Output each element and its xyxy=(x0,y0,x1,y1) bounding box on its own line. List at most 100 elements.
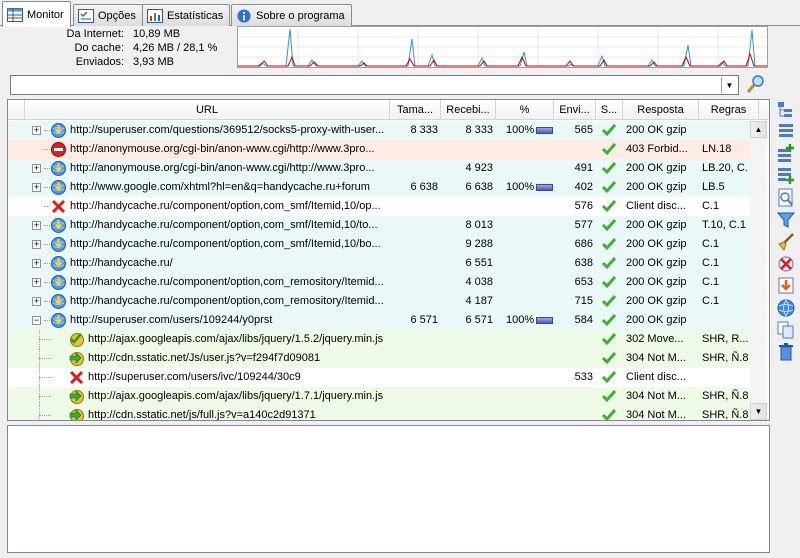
delete-from-cache-button[interactable] xyxy=(775,253,797,275)
cell-url: http://superuser.com/questions/369512/so… xyxy=(70,124,385,136)
cell-sent: 491 xyxy=(574,162,593,174)
cell-url: http://cdn.sstatic.net/js/full.js?v=a140… xyxy=(88,409,316,421)
expand-toggle[interactable]: + xyxy=(32,259,41,268)
header-response[interactable]: Resposta xyxy=(623,100,699,120)
copy-button[interactable] xyxy=(775,319,797,341)
traffic-stats: Da Internet: 10,89 MB Do cache: 4,26 MB … xyxy=(0,26,236,70)
cell-received xyxy=(441,330,493,349)
globe-download-icon xyxy=(50,255,67,272)
url-filter-combobox[interactable]: ▼ xyxy=(10,75,739,95)
statistics-icon xyxy=(147,8,163,23)
table-row[interactable]: + http://handycache.ru/component/option,c… xyxy=(8,273,750,292)
status-ok-icon xyxy=(601,162,617,175)
expand-toggle[interactable]: + xyxy=(32,240,41,249)
expand-toggle[interactable]: − xyxy=(32,316,41,325)
scroll-up-button[interactable]: ▲ xyxy=(750,121,767,138)
table-row[interactable]: − http://superuser.com/users/109244/y0prs… xyxy=(8,311,750,330)
stat-internet: Da Internet: 10,89 MB xyxy=(0,28,236,42)
cell-percent xyxy=(506,216,554,235)
add-rule-icon xyxy=(778,144,794,162)
status-ok-icon xyxy=(601,124,617,137)
table-row[interactable]: + http://handycache.ru/component/option,c… xyxy=(8,292,750,311)
header-rules[interactable]: Regras xyxy=(699,100,759,120)
table-row[interactable]: http://ajax.googleapis.com/ajax/libs/jqu… xyxy=(8,330,750,349)
cell-response: 200 OK gzip xyxy=(626,162,687,174)
header-percent[interactable]: % xyxy=(496,100,554,120)
download-icon xyxy=(778,277,794,294)
expand-toggle[interactable]: + xyxy=(32,126,41,135)
cell-status xyxy=(601,217,621,236)
cell-size xyxy=(390,197,438,216)
cell-url: http://handycache.ru/component/option,co… xyxy=(70,295,384,307)
add-rule-button[interactable] xyxy=(775,143,797,165)
expand-toggle[interactable]: + xyxy=(32,183,41,192)
tab-about[interactable]: Sobre o programa xyxy=(231,4,352,26)
status-ok-icon xyxy=(601,352,617,365)
progress-bar xyxy=(536,316,554,324)
cell-url: http://handycache.ru/component/option,co… xyxy=(70,238,381,250)
expand-toggle[interactable]: + xyxy=(32,297,41,306)
collapse-tree-button[interactable] xyxy=(775,99,797,121)
table-scrollbar[interactable]: ▲ ▼ xyxy=(750,121,767,420)
status-ok-icon xyxy=(601,295,617,308)
cell-response: 403 Forbid... xyxy=(626,143,688,155)
filter-search-button[interactable] xyxy=(745,73,767,95)
cell-percent xyxy=(506,197,554,216)
cell-response: 304 Not M... xyxy=(626,390,686,402)
cell-status xyxy=(601,198,621,217)
tab-options[interactable]: Opções xyxy=(73,4,143,26)
clean-brush-button[interactable] xyxy=(775,231,797,253)
cell-sent xyxy=(554,406,593,420)
cell-percent-text: 100% xyxy=(506,314,535,326)
tab-statistics[interactable]: Estatísticas xyxy=(142,4,231,26)
expand-toggle[interactable]: + xyxy=(32,278,41,287)
blocked-icon xyxy=(50,141,67,158)
table-row[interactable]: + http://handycache.ru/6 551 638 200 OK gzi… xyxy=(8,254,750,273)
cell-received xyxy=(441,368,493,387)
list-view-button[interactable] xyxy=(775,121,797,143)
cell-sent xyxy=(554,387,593,406)
table-row[interactable]: http://ajax.googleapis.com/ajax/libs/jqu… xyxy=(8,387,750,406)
cell-url: http://handycache.ru/component/option,co… xyxy=(70,219,378,231)
cell-status xyxy=(601,160,621,179)
header-received[interactable]: Recebi... xyxy=(441,100,496,120)
add-rule-2-button[interactable] xyxy=(775,165,797,187)
expand-toggle[interactable]: + xyxy=(32,164,41,173)
header-url[interactable]: URL xyxy=(25,100,390,120)
table-row[interactable]: + http://superuser.com/questions/369512/s… xyxy=(8,121,750,140)
header-status[interactable]: S... xyxy=(596,100,623,120)
header-size[interactable]: Tama... xyxy=(390,100,441,120)
table-row[interactable]: http://handycache.ru/component/option,co… xyxy=(8,197,750,216)
tab-bar: Monitor Opções Estatísticas Sobre o prog… xyxy=(0,0,800,27)
table-row[interactable]: http://cdn.sstatic.net/Js/user.js?v=f294… xyxy=(8,349,750,368)
find-page-button[interactable] xyxy=(775,187,797,209)
trash-button[interactable] xyxy=(775,341,797,363)
cell-status xyxy=(601,369,621,388)
browser-globe-button[interactable] xyxy=(775,297,797,319)
expand-toggle[interactable]: + xyxy=(32,221,41,230)
chevron-down-icon[interactable]: ▼ xyxy=(721,77,737,93)
cell-percent xyxy=(506,273,554,292)
cell-url: http://handycache.ru/ xyxy=(70,257,173,269)
filter-button[interactable] xyxy=(775,209,797,231)
status-ok-icon xyxy=(601,371,617,384)
tab-monitor[interactable]: Monitor xyxy=(2,1,71,27)
cell-status xyxy=(601,274,621,293)
cell-percent xyxy=(506,368,554,387)
table-row[interactable]: http://anonymouse.org/cgi-bin/anon-www.c… xyxy=(8,140,750,159)
table-row[interactable]: + http://handycache.ru/component/option,c… xyxy=(8,235,750,254)
header-sent[interactable]: Envi... xyxy=(554,100,596,120)
table-row[interactable]: http://superuser.com/users/ivc/109244/30… xyxy=(8,368,750,387)
status-ok-icon xyxy=(601,200,617,213)
download-button[interactable] xyxy=(775,275,797,297)
cell-percent xyxy=(506,159,554,178)
cell-size xyxy=(390,235,438,254)
cell-percent-text: 100% xyxy=(506,124,535,136)
scroll-down-button[interactable]: ▼ xyxy=(750,403,767,420)
table-row[interactable]: + http://www.google.com/xhtml?hl=en&q=han… xyxy=(8,178,750,197)
progress-bar xyxy=(536,126,554,134)
table-row[interactable]: + http://anonymouse.org/cgi-bin/anon-www.… xyxy=(8,159,750,178)
cache-arrow-icon xyxy=(68,388,85,405)
table-row[interactable]: + http://handycache.ru/component/option,c… xyxy=(8,216,750,235)
table-row[interactable]: http://cdn.sstatic.net/js/full.js?v=a140… xyxy=(8,406,750,421)
